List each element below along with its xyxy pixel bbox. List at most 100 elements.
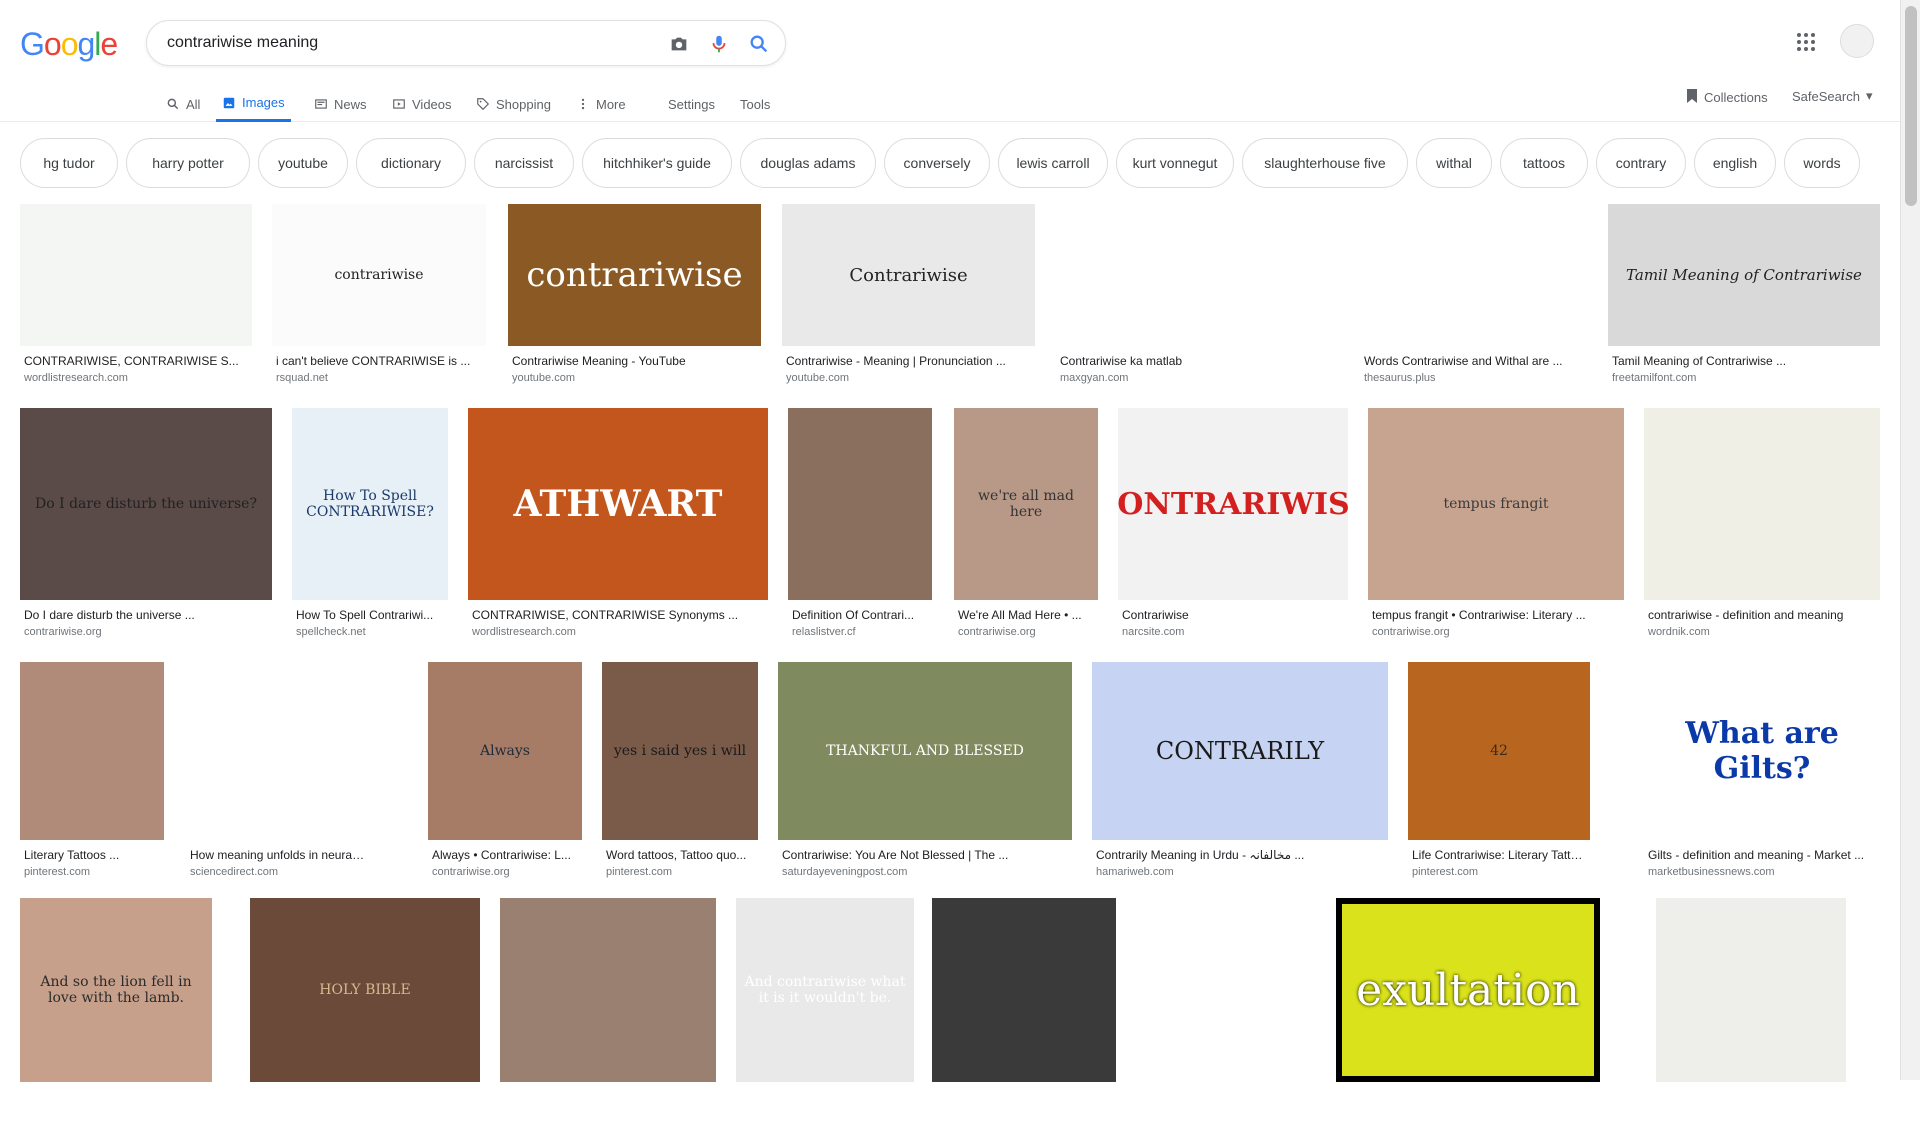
result-title[interactable]: Definition Of Contrari... (792, 608, 928, 622)
result-title[interactable]: contrariwise - definition and meaning (1648, 608, 1876, 622)
google-logo[interactable]: Google (20, 26, 118, 63)
result-thumbnail[interactable]: And so the lion fell in love with the la… (20, 898, 212, 1082)
image-result-card[interactable]: HOLY BIBLE (250, 898, 480, 1126)
result-thumbnail[interactable]: Do I dare disturb the universe? (20, 408, 272, 600)
tab-videos[interactable]: Videos (392, 86, 452, 122)
result-thumbnail[interactable] (1656, 898, 1846, 1082)
result-source[interactable]: contrariwise.org (432, 866, 578, 878)
result-source[interactable]: sciencedirect.com (190, 866, 366, 878)
result-title[interactable]: Contrariwise: You Are Not Blessed | The … (782, 848, 1068, 862)
chip[interactable]: kurt vonnegut (1116, 138, 1234, 188)
result-title[interactable]: Always • Contrariwise: L... (432, 848, 578, 862)
result-thumbnail[interactable]: THANKFUL AND BLESSED (778, 662, 1072, 840)
result-source[interactable]: wordnik.com (1648, 626, 1876, 638)
result-source[interactable]: contrariwise.org (1372, 626, 1620, 638)
image-result-card[interactable]: Literary Tattoos ... pinterest.com (20, 662, 164, 884)
result-title[interactable]: We're All Mad Here • ... (958, 608, 1094, 622)
image-result-card[interactable]: And contrariwise what it is it wouldn't … (736, 898, 914, 1126)
microphone-icon[interactable] (707, 32, 731, 56)
result-source[interactable]: saturdayeveningpost.com (782, 866, 1068, 878)
result-thumbnail[interactable] (1644, 408, 1880, 600)
avatar[interactable] (1840, 24, 1874, 58)
result-title[interactable]: How meaning unfolds in neural time ... (190, 848, 366, 862)
image-result-card[interactable]: contrariwise Contrariwise Meaning - YouTu… (508, 204, 761, 390)
image-result-card[interactable]: Always Always • Contrariwise: L... contrar… (428, 662, 582, 884)
result-title[interactable]: Literary Tattoos ... (24, 848, 160, 862)
result-source[interactable]: hamariweb.com (1096, 866, 1384, 878)
result-title[interactable]: Life Contrariwise: Literary Tattoos ... (1412, 848, 1586, 862)
chip[interactable]: contrary (1596, 138, 1686, 188)
result-thumbnail[interactable]: we're all mad here (954, 408, 1098, 600)
result-title[interactable]: How To Spell Contrariwi... (296, 608, 444, 622)
image-result-card[interactable]: THANKFUL AND BLESSED Contrariwise: You Ar… (778, 662, 1072, 884)
result-source[interactable]: spellcheck.net (296, 626, 444, 638)
image-result-card[interactable]: How To Spell CONTRARIWISE? How To Spell C… (292, 408, 448, 644)
result-thumbnail[interactable] (500, 898, 716, 1082)
chip[interactable]: english (1694, 138, 1776, 188)
result-thumbnail[interactable]: 42 (1408, 662, 1590, 840)
image-result-card[interactable]: What are Gilts? Gilts - definition and me… (1644, 662, 1880, 884)
result-thumbnail[interactable]: How To Spell CONTRARIWISE? (292, 408, 448, 600)
result-thumbnail[interactable]: Always (428, 662, 582, 840)
result-thumbnail[interactable]: contrariwise (272, 204, 486, 346)
chip[interactable]: youtube (258, 138, 348, 188)
image-result-card[interactable]: CONTRARIWISE Contrariwise narcsite.com (1118, 408, 1348, 644)
apps-grid-icon[interactable] (1794, 30, 1818, 54)
chip[interactable]: tattoos (1500, 138, 1588, 188)
image-result-card[interactable]: tempus frangit tempus frangit • Contrariw… (1368, 408, 1624, 644)
chip[interactable]: douglas adams (740, 138, 876, 188)
tab-shopping[interactable]: Shopping (476, 86, 551, 122)
tab-all[interactable]: All (166, 86, 200, 122)
result-title[interactable]: Contrariwise (1122, 608, 1344, 622)
result-source[interactable]: pinterest.com (1412, 866, 1586, 878)
scrollbar[interactable] (1900, 0, 1920, 1080)
image-result-card[interactable]: CONTRARILY Contrarily Meaning in Urdu - م… (1092, 662, 1388, 884)
image-result-card[interactable]: Contrariwise Contrariwise - Meaning | Pro… (782, 204, 1035, 390)
result-thumbnail[interactable]: HOLY BIBLE (250, 898, 480, 1082)
result-thumbnail[interactable] (1360, 204, 1588, 346)
image-result-card[interactable]: Contrariwise ka matlab maxgyan.com (1056, 204, 1338, 390)
result-title[interactable]: Words Contrariwise and Withal are ... (1364, 354, 1584, 368)
chip[interactable]: withal (1416, 138, 1492, 188)
result-source[interactable]: wordlistresearch.com (24, 372, 248, 384)
result-title[interactable]: Contrariwise ka matlab (1060, 354, 1334, 368)
image-result-card[interactable]: contrariwise - definition and meaning wor… (1644, 408, 1880, 644)
result-title[interactable]: Gilts - definition and meaning - Market … (1648, 848, 1876, 862)
result-source[interactable]: marketbusinessnews.com (1648, 866, 1876, 878)
result-title[interactable]: Contrariwise Meaning - YouTube (512, 354, 757, 368)
result-title[interactable]: CONTRARIWISE, CONTRARIWISE S... (24, 354, 248, 368)
result-source[interactable]: maxgyan.com (1060, 372, 1334, 384)
scrollbar-thumb[interactable] (1905, 6, 1917, 206)
chip[interactable]: dictionary (356, 138, 466, 188)
result-source[interactable]: pinterest.com (606, 866, 754, 878)
result-source[interactable]: youtube.com (512, 372, 757, 384)
collections-link[interactable]: Collections (1686, 88, 1768, 107)
result-thumbnail[interactable]: ATHWART (468, 408, 768, 600)
result-source[interactable]: freetamilfont.com (1612, 372, 1876, 384)
image-result-card[interactable] (1172, 898, 1320, 1126)
image-result-card[interactable] (1656, 898, 1846, 1126)
image-result-card[interactable]: Tamil Meaning of Contrariwise Tamil Meani… (1608, 204, 1880, 390)
result-thumbnail[interactable] (932, 898, 1116, 1082)
tab-tools[interactable]: Tools (740, 86, 770, 122)
image-result-card[interactable]: How meaning unfolds in neural time ... sc… (186, 662, 370, 884)
tab-more[interactable]: More (576, 86, 626, 122)
chip[interactable]: hg tudor (20, 138, 118, 188)
result-title[interactable]: i can't believe CONTRARIWISE is ... (276, 354, 482, 368)
result-source[interactable]: thesaurus.plus (1364, 372, 1584, 384)
image-result-card[interactable]: Words Contrariwise and Withal are ... the… (1360, 204, 1588, 390)
chip[interactable]: harry potter (126, 138, 250, 188)
result-title[interactable]: tempus frangit • Contrariwise: Literary … (1372, 608, 1620, 622)
chip[interactable]: slaughterhouse five (1242, 138, 1408, 188)
image-result-card[interactable]: exultation (1336, 898, 1600, 1126)
result-thumbnail[interactable]: exultation (1336, 898, 1600, 1082)
image-result-card[interactable]: yes i said yes i will Word tattoos, Tatto… (602, 662, 758, 884)
image-result-card[interactable] (500, 898, 716, 1126)
camera-icon[interactable] (667, 32, 691, 56)
result-thumbnail[interactable] (1172, 898, 1320, 1082)
result-thumbnail[interactable]: yes i said yes i will (602, 662, 758, 840)
result-source[interactable]: pinterest.com (24, 866, 160, 878)
chip[interactable]: hitchhiker's guide (582, 138, 732, 188)
result-thumbnail[interactable]: And contrariwise what it is it wouldn't … (736, 898, 914, 1082)
result-source[interactable]: relaslistver.cf (792, 626, 928, 638)
